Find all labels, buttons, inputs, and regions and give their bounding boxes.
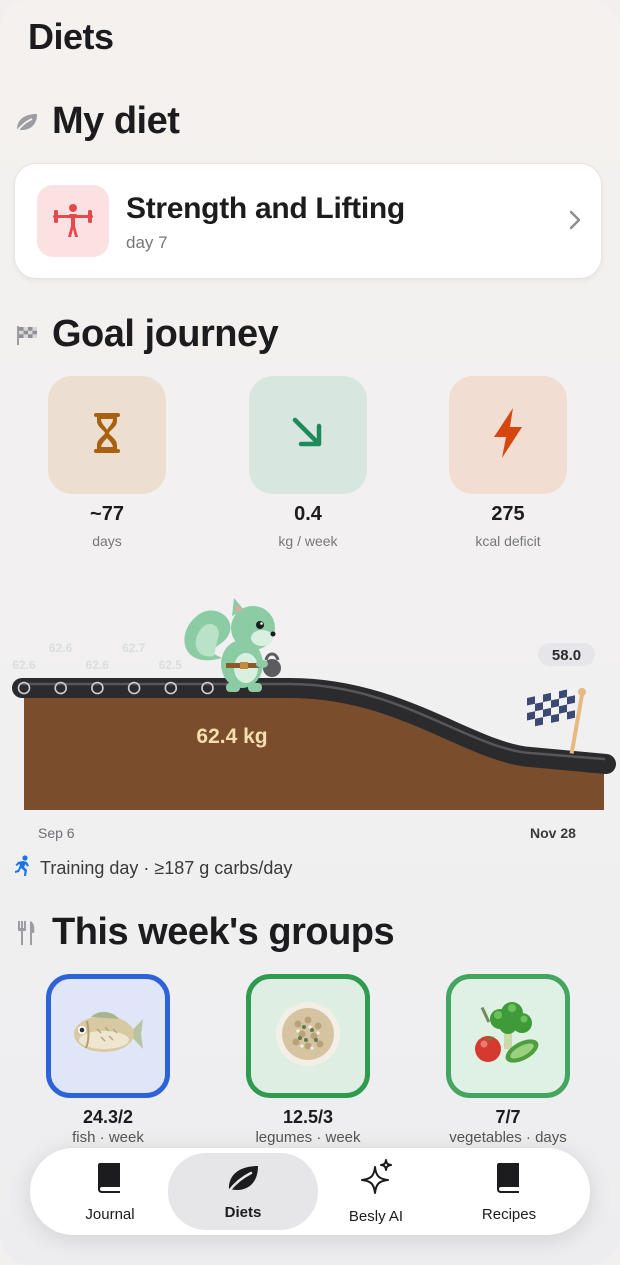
history-weight-label: 62.5: [159, 658, 183, 672]
group-vegetables-tile[interactable]: [446, 974, 570, 1098]
tab-journal-label: Journal: [85, 1205, 135, 1223]
weightlifter-icon: [37, 185, 109, 257]
arrow-down-right-icon: [290, 415, 326, 456]
goal-deficit-tile: [449, 376, 567, 494]
fork-knife-icon: [14, 920, 40, 946]
history-weight-label: 62.6: [49, 641, 73, 655]
goal-days-value: ~77: [90, 503, 124, 525]
lightning-icon: [491, 407, 525, 464]
hourglass-icon: [92, 412, 122, 459]
squirrel-mascot-icon: [184, 598, 281, 692]
goal-rate-tile: [249, 376, 367, 494]
group-fish-value: 24.3/2: [82, 1107, 134, 1127]
checkered-flag-icon: [14, 322, 40, 348]
tab-journal[interactable]: Journal: [35, 1153, 185, 1230]
fish-icon: [71, 1007, 145, 1066]
history-weight-label: 62.6: [86, 658, 110, 672]
history-weight-label: 62.7: [122, 641, 146, 655]
goal-weight-label: 58.0: [552, 647, 581, 664]
leaf-icon: [14, 109, 40, 135]
diet-name: Strength and Lifting: [126, 192, 405, 225]
sparkles-icon: [359, 1158, 393, 1202]
goal-deficit-unit: kcal deficit: [475, 533, 541, 549]
tab-bar: Journal Diets Besly AI Recipes: [30, 1148, 590, 1235]
book-icon: [96, 1161, 124, 1200]
history-weight-label: 62.6: [12, 658, 36, 672]
runner-icon: [14, 855, 32, 882]
tab-recipes-label: Recipes: [481, 1205, 537, 1223]
goal-journey-header: Goal journey: [14, 313, 279, 356]
vegetables-icon: [472, 999, 544, 1074]
current-weight-label: 62.4 kg: [196, 725, 267, 748]
my-diet-header: My diet: [14, 100, 180, 143]
chart-start-date: Sep 6: [38, 825, 75, 841]
tab-diets-label: Diets: [224, 1203, 262, 1221]
goal-weight-badge: 58.0: [538, 643, 595, 666]
diet-card[interactable]: Strength and Lifting day 7: [14, 163, 602, 279]
leaf-icon: [225, 1163, 261, 1198]
group-legumes-tile[interactable]: [246, 974, 370, 1098]
group-fish-unit: fish · week: [72, 1129, 144, 1146]
group-fish-tile[interactable]: [46, 974, 170, 1098]
training-day-text: Training day · ≥187 g carbs/day: [40, 858, 293, 878]
diet-day: day 7: [126, 233, 168, 252]
group-legumes-unit: legumes · week: [255, 1129, 361, 1146]
screen: Diets My diet Strength and Lifting day 7: [0, 0, 620, 1265]
goal-days-tile: [48, 376, 166, 494]
book-icon: [495, 1161, 523, 1200]
goal-deficit-value: 275: [491, 503, 525, 525]
training-day-info: Training day · ≥187 g carbs/day: [14, 855, 292, 882]
finish-flag-icon: [527, 687, 586, 754]
chevron-right-icon: [569, 210, 581, 235]
weight-journey-chart: 62.6 62.6 62.6 62.7 62.5 62.4 kg 58.0: [12, 598, 616, 810]
goal-rate-unit: kg / week: [278, 533, 338, 549]
groups-title: This week's groups: [52, 911, 395, 953]
group-vegetables-value: 7/7: [495, 1107, 521, 1127]
goal-journey-title: Goal journey: [52, 313, 279, 355]
groups-header: This week's groups: [14, 911, 395, 954]
chart-end-date: Nov 28: [530, 825, 576, 841]
legumes-bowl-icon: [274, 1000, 342, 1073]
tab-diets[interactable]: Diets: [168, 1153, 318, 1230]
goal-rate-value: 0.4: [294, 503, 322, 525]
group-legumes-value: 12.5/3: [282, 1107, 334, 1127]
tab-besly-ai[interactable]: Besly AI: [301, 1153, 451, 1230]
tab-besly-ai-label: Besly AI: [348, 1207, 404, 1225]
goal-days-unit: days: [92, 533, 122, 549]
tab-recipes[interactable]: Recipes: [434, 1153, 584, 1230]
group-vegetables-unit: vegetables · days: [449, 1129, 567, 1146]
my-diet-title: My diet: [52, 100, 180, 142]
page-title: Diets: [28, 16, 114, 57]
